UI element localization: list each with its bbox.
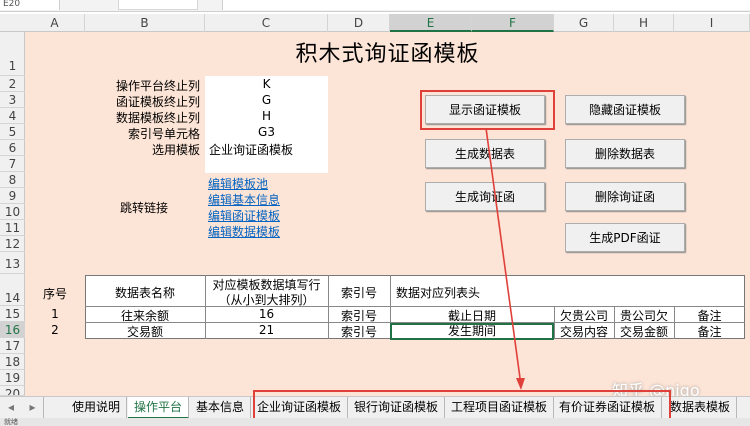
tab-scroll-left-icon[interactable]: ◂ bbox=[0, 397, 22, 419]
status-bar: 就绪 bbox=[0, 418, 750, 426]
tabs-highlight-box bbox=[253, 390, 671, 420]
tab-data-template[interactable]: 数据表模板 bbox=[664, 397, 738, 419]
tab-basic-info[interactable]: 基本信息 bbox=[190, 397, 252, 419]
tab-platform[interactable]: 操作平台 bbox=[128, 397, 190, 419]
annotation-arrow bbox=[485, 127, 525, 390]
tab-usage[interactable]: 使用说明 bbox=[66, 397, 128, 419]
tab-scroll-right-icon[interactable]: ▸ bbox=[22, 397, 44, 419]
